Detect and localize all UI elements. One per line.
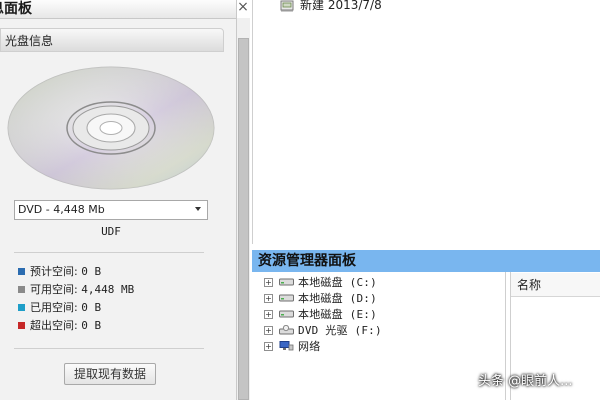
- space-row-used: 已用空间: 0 B: [18, 300, 218, 316]
- tree-item-label: 本地磁盘 (D:): [298, 292, 377, 305]
- divider: [14, 348, 204, 349]
- explorer-panel-title: 资源管理器面板: [252, 250, 600, 272]
- legend-swatch: [18, 268, 25, 275]
- right-pane: [511, 0, 600, 244]
- expand-icon[interactable]: +: [264, 326, 273, 335]
- tree-item-dvd-drive[interactable]: + DVD 光驱 (F:): [264, 323, 382, 339]
- tree-item-label: DVD 光驱 (F:): [298, 324, 382, 337]
- space-value: 4,448 MB: [81, 283, 135, 296]
- space-label: 已用空间:: [30, 301, 78, 314]
- network-icon: [279, 341, 294, 351]
- space-value: 0 B: [81, 319, 102, 332]
- tree-item-drive-e[interactable]: + 本地磁盘 (E:): [264, 307, 377, 323]
- divider: [14, 252, 204, 253]
- tree-item-label: 网络: [298, 340, 321, 353]
- expand-icon[interactable]: +: [264, 294, 273, 303]
- disc-icon: [7, 66, 215, 190]
- tree-item-drive-d[interactable]: + 本地磁盘 (D:): [264, 291, 377, 307]
- disc-type-select[interactable]: DVD - 4,448 Mb: [14, 200, 208, 220]
- extract-data-button[interactable]: 提取现有数据: [64, 363, 156, 385]
- folder-icon: [280, 0, 294, 12]
- chevron-down-icon: [195, 207, 201, 211]
- new-folder-item[interactable]: 新建 2013/7/8: [300, 0, 382, 12]
- legend-swatch: [18, 304, 25, 311]
- info-panel-scrollbar[interactable]: [237, 18, 250, 400]
- space-row-exceeded: 超出空间: 0 B: [18, 318, 218, 334]
- tree-item-network[interactable]: + 网络: [264, 339, 320, 355]
- expand-icon[interactable]: +: [264, 342, 273, 351]
- expand-icon[interactable]: +: [264, 310, 273, 319]
- disc-type-value: DVD - 4,448 Mb: [18, 203, 105, 216]
- space-row-available: 可用空间: 4,448 MB: [18, 282, 218, 298]
- tree-item-drive-c[interactable]: + 本地磁盘 (C:): [264, 275, 377, 291]
- legend-swatch: [18, 322, 25, 329]
- filesystem-label: UDF: [101, 225, 121, 238]
- drive-icon: [279, 294, 294, 302]
- drive-icon: [279, 310, 294, 318]
- space-label: 可用空间:: [30, 283, 78, 296]
- tree-item-label: 本地磁盘 (E:): [298, 308, 377, 321]
- column-header-name[interactable]: 名称: [511, 273, 600, 297]
- info-panel-title: 息面板: [0, 0, 236, 19]
- close-icon[interactable]: ×: [236, 0, 250, 16]
- dvd-drive-icon: [279, 325, 294, 335]
- expand-icon[interactable]: +: [264, 278, 273, 287]
- space-value: 0 B: [81, 301, 102, 314]
- disc-info-header: 光盘信息: [0, 28, 224, 52]
- scrollbar-thumb[interactable]: [238, 38, 249, 400]
- space-row-estimated: 预计空间: 0 B: [18, 264, 218, 280]
- tree-item-label: 本地磁盘 (C:): [298, 276, 377, 289]
- disc-content-area[interactable]: [252, 0, 512, 244]
- space-label: 预计空间:: [30, 265, 78, 278]
- space-label: 超出空间:: [30, 319, 78, 332]
- drive-icon: [279, 278, 294, 286]
- space-value: 0 B: [81, 265, 102, 278]
- legend-swatch: [18, 286, 25, 293]
- watermark: 头条 @眼前人...: [478, 374, 573, 389]
